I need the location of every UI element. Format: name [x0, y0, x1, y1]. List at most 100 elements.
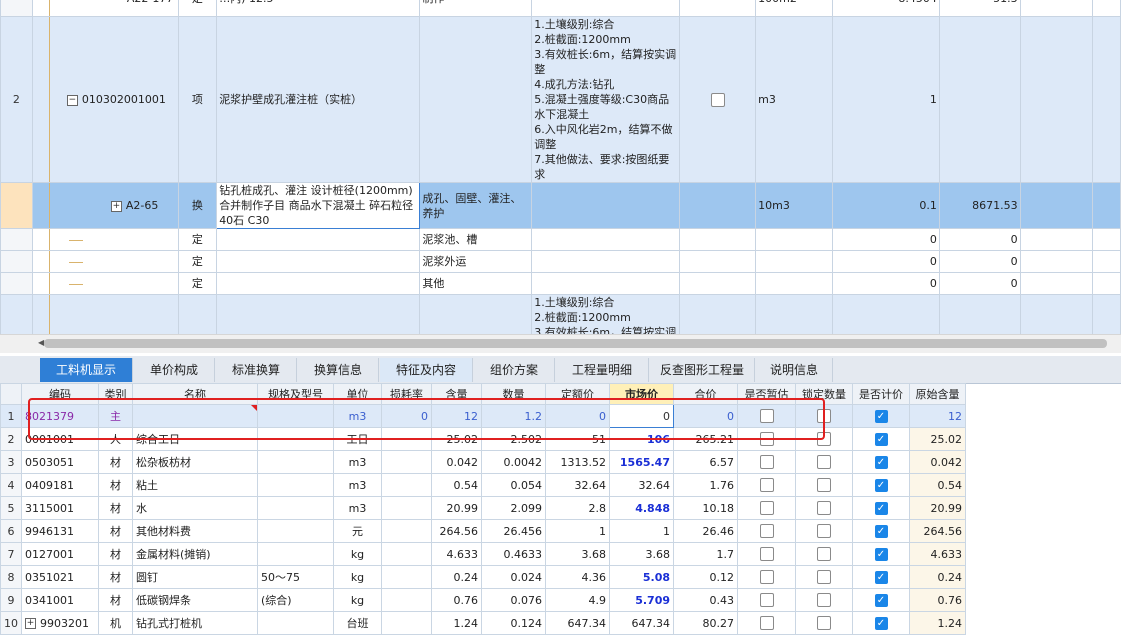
provisional-checkbox[interactable]	[759, 616, 774, 630]
checkbox[interactable]	[710, 93, 725, 107]
tab-0[interactable]: 工料机显示	[40, 358, 133, 382]
resource-row[interactable]: 1 8021379 主 m3 0 12 1.2 0 0 0 ✓ 12	[0, 404, 966, 428]
priced-checkbox[interactable]: ✓	[874, 616, 888, 630]
provisional-checkbox[interactable]	[759, 478, 774, 492]
code-cell[interactable]	[31, 294, 179, 334]
market-price-cell[interactable]: 5.08	[609, 565, 674, 589]
top-row[interactable]: 定 其他 0 0	[0, 272, 1121, 295]
provisional-checkbox[interactable]	[759, 501, 774, 515]
priced-checkbox[interactable]: ✓	[874, 570, 888, 584]
tab-2[interactable]: 标准换算	[216, 358, 297, 382]
priced-checkbox[interactable]: ✓	[874, 432, 888, 446]
market-price-cell[interactable]: 3.68	[609, 542, 674, 566]
name-cell[interactable]	[216, 294, 421, 334]
code-cell[interactable]: A22-177	[31, 0, 179, 17]
expand-icon[interactable]: +	[110, 200, 122, 212]
column-header[interactable]: 损耗率	[381, 383, 432, 405]
lock-quantity-checkbox[interactable]	[817, 547, 831, 561]
name-cell[interactable]: 钻孔桩成孔、灌注 设计桩径(1200mm) 合并制作子目 商品水下混凝土 碎石粒…	[216, 182, 421, 229]
name-cell[interactable]: 低碳钢焊条	[132, 588, 258, 612]
tab-1[interactable]: 单价构成	[134, 358, 215, 382]
resource-row[interactable]: 6 9946131 材其他材料费元 264.56 26.456 1 1 26.46 ✓ 264.5…	[0, 519, 966, 543]
market-price-cell[interactable]: 0	[609, 404, 674, 428]
code-cell[interactable]: 3115001	[21, 496, 99, 520]
name-cell[interactable]: 圆钉	[132, 565, 258, 589]
resource-row[interactable]: 8 0351021 材圆钉 50～75 kg 0.24 0.024 4.36 5.08 0.12 ✓…	[0, 565, 966, 589]
name-cell[interactable]	[132, 404, 258, 428]
tab-3[interactable]: 换算信息	[298, 358, 379, 382]
name-cell[interactable]: …内) 12.5	[216, 0, 421, 17]
column-header[interactable]: 是否计价	[852, 383, 910, 405]
code-cell[interactable]	[31, 228, 179, 251]
code-cell[interactable]	[31, 272, 179, 295]
provisional-checkbox[interactable]	[759, 547, 774, 561]
resource-row[interactable]: 10 +9903201 机钻孔式打桩机 台班 1.24 0.124 647.34 647.34…	[0, 611, 966, 635]
name-cell[interactable]	[216, 250, 421, 273]
priced-checkbox[interactable]: ✓	[874, 409, 888, 423]
name-cell[interactable]: 金属材料(摊销)	[132, 542, 258, 566]
resource-row[interactable]: 2 0001001 人综合工日 工日 25.02 2.502 51 106 265.21 ✓ 25.…	[0, 427, 966, 451]
column-header[interactable]: 数量	[481, 383, 546, 405]
name-cell[interactable]	[216, 228, 421, 251]
provisional-checkbox[interactable]	[759, 570, 774, 584]
priced-checkbox[interactable]: ✓	[874, 593, 888, 607]
name-cell[interactable]	[216, 272, 421, 295]
expand-icon[interactable]: +	[25, 618, 36, 629]
column-header[interactable]: 市场价	[609, 383, 674, 405]
name-cell[interactable]: 其他材料费	[132, 519, 258, 543]
tab-4[interactable]: 特征及内容	[380, 358, 473, 382]
provisional-checkbox[interactable]	[759, 432, 774, 446]
top-row[interactable]: 定 泥浆池、槽 0 0	[0, 228, 1121, 251]
top-row[interactable]: + A2-65 换钻孔桩成孔、灌注 设计桩径(1200mm) 合并制作子目 商品水下…	[0, 182, 1121, 229]
resource-row[interactable]: 5 3115001 材水 m3 20.99 2.099 2.8 4.848 10.18 ✓ 20.9…	[0, 496, 966, 520]
top-row[interactable]: 2−010302001001 项泥浆护壁成孔灌注桩（实桩） 1.土壤级别:综合 2.桩…	[0, 16, 1121, 183]
market-price-cell[interactable]: 647.34	[609, 611, 674, 635]
market-price-cell[interactable]: 5.709	[609, 588, 674, 612]
priced-checkbox[interactable]: ✓	[874, 524, 888, 538]
column-header[interactable]: 含量	[431, 383, 482, 405]
provisional-checkbox[interactable]	[759, 409, 774, 423]
lock-quantity-checkbox[interactable]	[817, 501, 831, 515]
priced-checkbox[interactable]: ✓	[874, 478, 888, 492]
lock-quantity-checkbox[interactable]	[817, 478, 831, 492]
lock-quantity-checkbox[interactable]	[817, 570, 831, 584]
provisional-checkbox[interactable]	[759, 593, 774, 607]
tab-7[interactable]: 反查图形工程量	[650, 358, 755, 382]
tab-8[interactable]: 说明信息	[756, 358, 833, 382]
provisional-checkbox[interactable]	[759, 455, 774, 469]
horizontal-scrollbar[interactable]: ◀	[0, 334, 1121, 353]
code-cell[interactable]	[31, 250, 179, 273]
code-cell[interactable]: + A2-65	[31, 182, 179, 229]
code-cell[interactable]: 0001001	[21, 427, 99, 451]
collapse-icon[interactable]: −	[66, 94, 78, 106]
lock-quantity-checkbox[interactable]	[817, 432, 831, 446]
priced-checkbox[interactable]: ✓	[874, 501, 888, 515]
column-header[interactable]: 合价	[673, 383, 738, 405]
column-header[interactable]: 编码	[21, 383, 99, 405]
resource-row[interactable]: 7 0127001 材金属材料(摊销) kg 4.633 0.4633 3.68 3.68 1.…	[0, 542, 966, 566]
column-header[interactable]: 名称	[132, 383, 258, 405]
scroll-thumb[interactable]	[44, 339, 1107, 348]
resource-row[interactable]: 3 0503051 材松杂板枋材 m3 0.042 0.0042 1313.52 1565.4…	[0, 450, 966, 474]
lock-quantity-checkbox[interactable]	[817, 524, 831, 538]
column-header[interactable]: 规格及型号	[257, 383, 334, 405]
code-cell[interactable]: 0127001	[21, 542, 99, 566]
column-header[interactable]: 是否暂估	[737, 383, 796, 405]
provisional-checkbox[interactable]	[759, 524, 774, 538]
resource-row[interactable]: 4 0409181 材粘土 m3 0.54 0.054 32.64 32.64 1.76 ✓ 0.5…	[0, 473, 966, 497]
code-cell[interactable]: 0409181	[21, 473, 99, 497]
top-row[interactable]: A22-177定…内) 12.5制作 100m28.450451.3	[0, 0, 1121, 17]
market-price-cell[interactable]: 106	[609, 427, 674, 451]
tab-6[interactable]: 工程量明细	[556, 358, 649, 382]
name-cell[interactable]: 钻孔式打桩机	[132, 611, 258, 635]
market-price-cell[interactable]: 1565.47	[609, 450, 674, 474]
column-header[interactable]: 定额价	[545, 383, 610, 405]
lock-quantity-checkbox[interactable]	[817, 593, 831, 607]
market-price-cell[interactable]: 1	[609, 519, 674, 543]
name-cell[interactable]: 综合工日	[132, 427, 258, 451]
name-cell[interactable]: 泥浆护壁成孔灌注桩（实桩）	[216, 16, 421, 183]
priced-checkbox[interactable]: ✓	[874, 455, 888, 469]
name-cell[interactable]: 粘土	[132, 473, 258, 497]
code-cell[interactable]: −010302001001	[31, 16, 179, 183]
column-header[interactable]: 单位	[333, 383, 382, 405]
